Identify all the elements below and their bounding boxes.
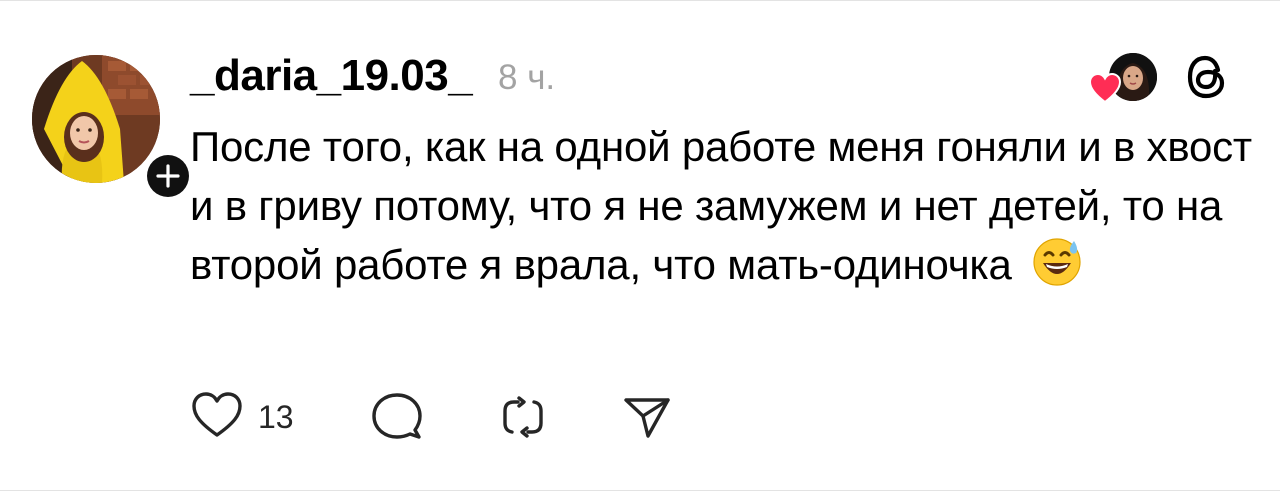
comment-button[interactable]: [370, 390, 424, 449]
follow-button[interactable]: [142, 150, 194, 202]
heart-outline-icon: [190, 390, 244, 445]
author-avatar[interactable]: [32, 55, 160, 183]
repost-arrows-icon: [496, 390, 550, 449]
author-username[interactable]: _daria_19.03_: [190, 48, 473, 104]
like-button[interactable]: 13: [190, 390, 294, 445]
speech-bubble-icon: [370, 390, 424, 449]
red-heart-icon: [1088, 72, 1122, 104]
post-timestamp: 8 ч.: [498, 58, 556, 97]
paper-plane-icon: [620, 390, 674, 449]
top-divider: [0, 0, 1280, 1]
share-button[interactable]: [620, 390, 674, 449]
post-text: После того, как на одной работе меня гон…: [190, 123, 1252, 288]
plus-icon: [147, 155, 189, 197]
like-count: 13: [258, 399, 294, 435]
bottom-divider: [0, 490, 1280, 491]
liked-by-indicator[interactable]: [1088, 52, 1160, 104]
post-body: После того, как на одной работе меня гон…: [190, 118, 1260, 295]
sweat-smile-emoji: [1031, 235, 1083, 287]
author-avatar-wrapper[interactable]: [32, 55, 194, 202]
threads-logo-icon[interactable]: [1180, 50, 1234, 104]
repost-button[interactable]: [496, 390, 550, 449]
